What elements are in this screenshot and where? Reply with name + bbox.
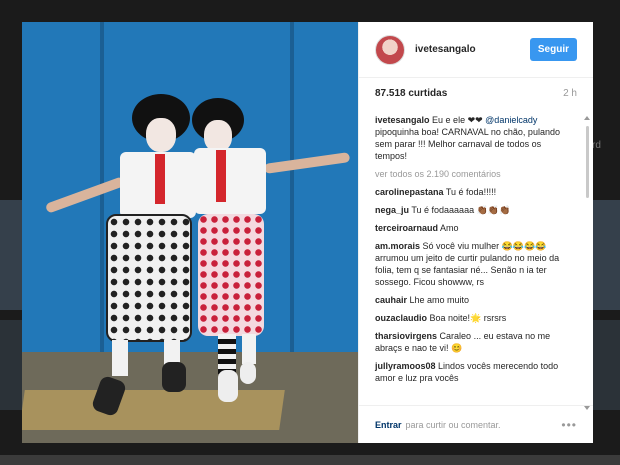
- comment-author[interactable]: am.morais: [375, 241, 420, 251]
- photo-board: [22, 390, 285, 430]
- photo-pants-dots: [198, 214, 264, 336]
- photo-leg: [242, 334, 256, 364]
- comment-author[interactable]: jullyramoos08: [375, 361, 436, 371]
- post-stats: 87.518 curtidas 2 h: [359, 78, 593, 108]
- follow-button[interactable]: Seguir: [529, 38, 577, 61]
- photo-shoe: [218, 370, 238, 402]
- comment-author[interactable]: tharsiovirgens: [375, 331, 437, 341]
- caption: ivetesangalo Eu e ele ❤❤ @danielcady pip…: [375, 114, 569, 162]
- login-prompt-text: para curtir ou comentar.: [405, 419, 501, 430]
- comment-text: Tu é foda!!!!!: [445, 187, 497, 197]
- view-all-comments-link[interactable]: ver todos os 2.190 comentários: [375, 168, 569, 180]
- photo-wall-seam: [290, 22, 294, 352]
- comment-author[interactable]: terceiroarnaud: [375, 223, 438, 233]
- post-time[interactable]: 2 h: [563, 88, 577, 99]
- comment-item: cauhair Lhe amo muito: [375, 294, 569, 306]
- post-modal: ivetesangalo Seguir 87.518 curtidas 2 h …: [22, 22, 593, 443]
- background-text: rd: [592, 140, 601, 151]
- post-header: ivetesangalo Seguir: [359, 22, 593, 78]
- comment-author[interactable]: cauhair: [375, 295, 407, 305]
- caption-author[interactable]: ivetesangalo: [375, 115, 430, 125]
- comment-item: jullyramoos08 Lindos vocês merecendo tod…: [375, 360, 569, 384]
- photo-tie: [155, 154, 165, 204]
- comments-scrollbar[interactable]: [586, 126, 589, 198]
- photo-tie: [216, 150, 226, 202]
- comment-author[interactable]: carolinepastana: [375, 187, 444, 197]
- comments-list: ivetesangalo Eu e ele ❤❤ @danielcady pip…: [359, 108, 585, 405]
- caption-text: Eu e ele ❤❤: [432, 115, 483, 125]
- comment-text: Boa noite!🌟 rsrsrs: [429, 313, 507, 323]
- more-options-icon[interactable]: •••: [561, 418, 577, 432]
- post-photo[interactable]: [22, 22, 358, 443]
- comment-item: terceiroarnaud Amo: [375, 222, 569, 234]
- post-footer: Entrar para curtir ou comentar. •••: [359, 405, 593, 443]
- comment-item: ouzaclaudio Boa noite!🌟 rsrsrs: [375, 312, 569, 324]
- caption-text-continued: pipoquinha boa! CARNAVAL no chão, puland…: [375, 127, 560, 161]
- comment-author[interactable]: nega_ju: [375, 205, 409, 215]
- caption-mention[interactable]: @danielcady: [485, 115, 537, 125]
- post-panel: ivetesangalo Seguir 87.518 curtidas 2 h …: [358, 22, 593, 443]
- scroll-up-arrow-icon[interactable]: [584, 116, 590, 120]
- username-link[interactable]: ivetesangalo: [415, 44, 476, 55]
- photo-pants-stars: [106, 214, 192, 342]
- comment-item: am.morais Só você viu mulher 😂😂😂😂 arrumo…: [375, 240, 569, 288]
- comment-item: carolinepastana Tu é foda!!!!!: [375, 186, 569, 198]
- comment-text: Lhe amo muito: [409, 295, 470, 305]
- photo-leg: [218, 334, 236, 374]
- photo-shoe: [240, 362, 256, 384]
- photo-face: [146, 118, 176, 152]
- likes-count[interactable]: 87.518 curtidas: [375, 88, 447, 99]
- photo-shirt: [194, 148, 266, 214]
- photo-leg: [112, 340, 128, 376]
- avatar[interactable]: [375, 34, 405, 65]
- background-footer-strip: [0, 455, 620, 465]
- photo-shoe: [162, 362, 186, 392]
- login-link[interactable]: Entrar: [375, 420, 402, 430]
- comment-item: tharsiovirgens Caraleo ... eu estava no …: [375, 330, 569, 354]
- comment-text: Amo: [440, 223, 459, 233]
- comment-item: nega_ju Tu é fodaaaaaa 👏🏾👏🏾👏🏾: [375, 204, 569, 216]
- comment-author[interactable]: ouzaclaudio: [375, 313, 427, 323]
- comment-text: Tu é fodaaaaaa 👏🏾👏🏾👏🏾: [411, 205, 511, 215]
